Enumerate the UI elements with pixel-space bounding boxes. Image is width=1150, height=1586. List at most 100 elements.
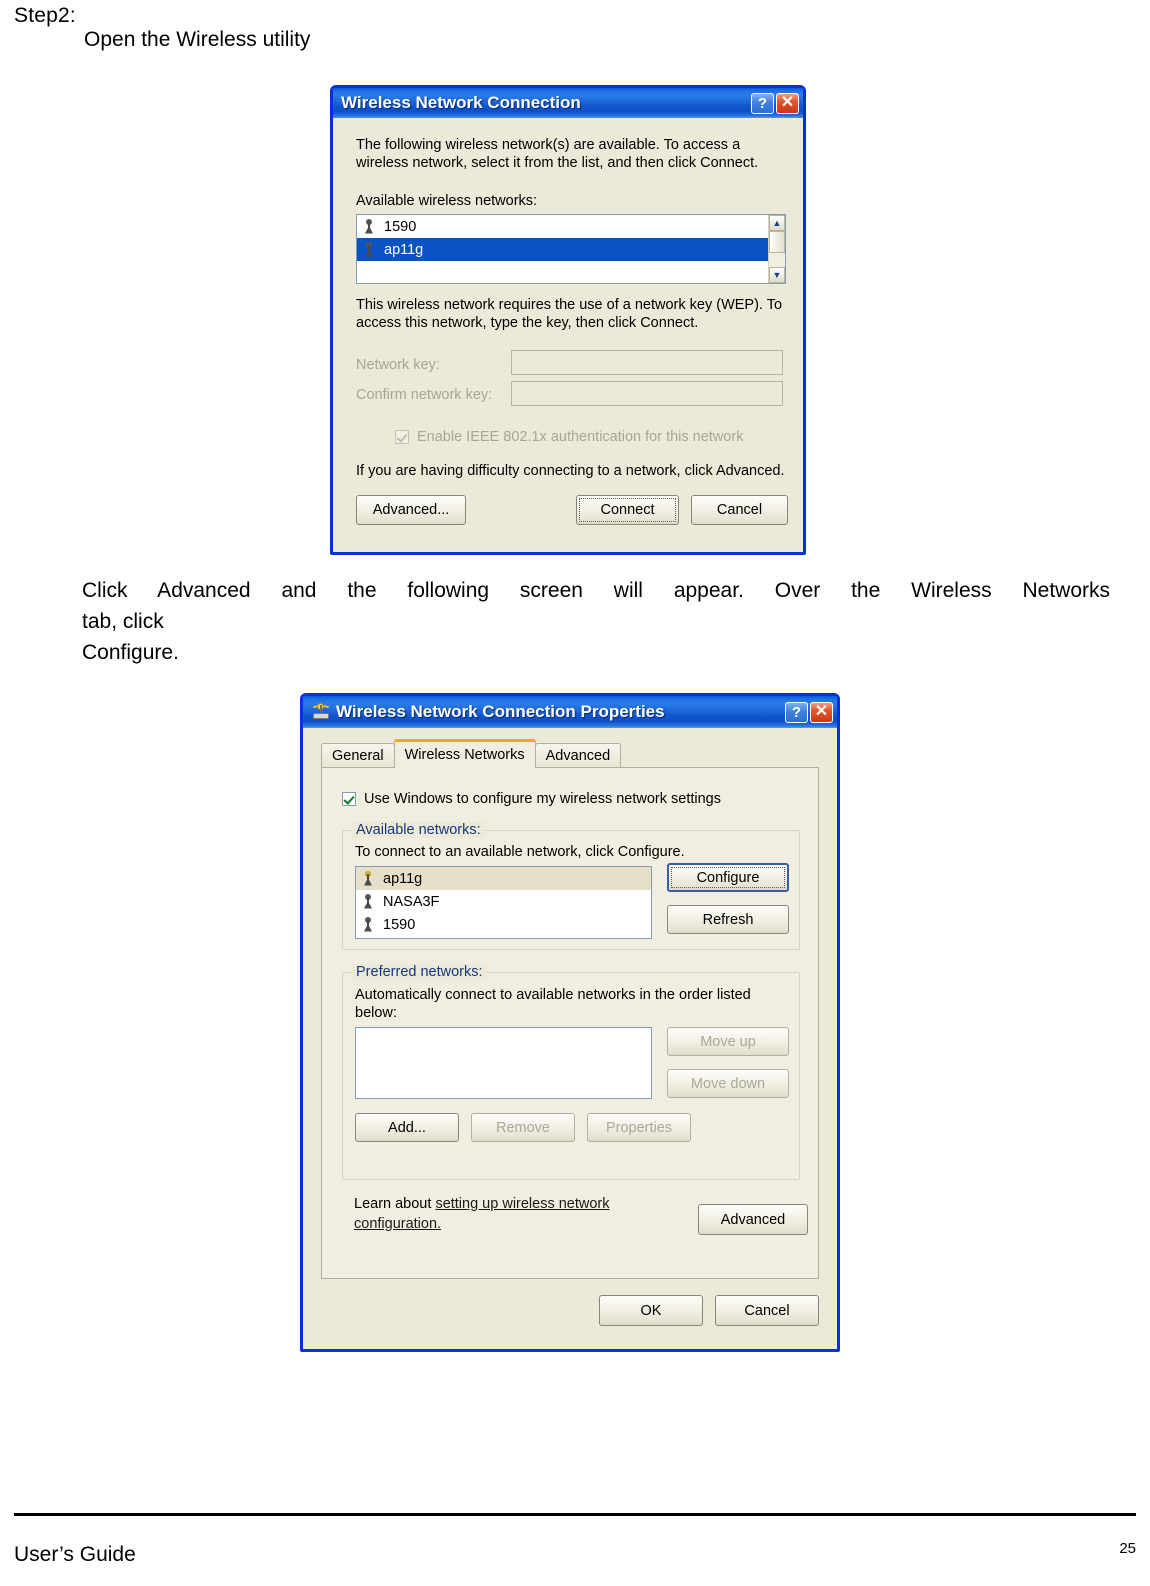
paragraph-line-1: Click Advanced and the following screen … — [82, 579, 1110, 602]
properties-button[interactable]: Properties — [587, 1113, 691, 1142]
antenna-icon — [362, 916, 374, 933]
remove-button[interactable]: Remove — [471, 1113, 575, 1142]
scroll-down-icon[interactable]: ▼ — [769, 267, 785, 283]
cancel-button-label: Cancel — [716, 502, 763, 518]
network-name: NASA3F — [383, 893, 440, 910]
page-number: 25 — [1119, 1540, 1136, 1557]
cancel-button[interactable]: Cancel — [715, 1295, 819, 1326]
remove-button-label: Remove — [496, 1119, 550, 1136]
available-networks-group-title: Available networks: — [352, 822, 485, 838]
preferred-networks-group: Preferred networks: Automatically connec… — [342, 964, 800, 1180]
connect-button[interactable]: Connect — [576, 495, 679, 525]
move-up-button-label: Move up — [700, 1033, 756, 1050]
list-item[interactable]: ap11g — [356, 867, 651, 890]
list-item[interactable]: 1590 — [356, 913, 651, 936]
step-label: Step2: — [14, 4, 76, 27]
tab-general[interactable]: General — [321, 743, 395, 768]
dialog1-titlebar: Wireless Network Connection ? ✕ — [333, 88, 803, 118]
learn-about-prefix: Learn about — [354, 1196, 436, 1212]
list-item[interactable]: 1590 — [357, 215, 770, 238]
dialog1-intro-line2: wireless network, select it from the lis… — [356, 155, 759, 171]
vertical-scrollbar[interactable]: ▲ ▼ — [768, 215, 785, 283]
antenna-icon — [363, 241, 375, 258]
available-networks-listbox[interactable]: 1590 ap11g ▲ ▼ — [356, 214, 786, 284]
step-instruction: Open the Wireless utility — [84, 28, 311, 51]
help-button[interactable]: ? — [751, 92, 774, 114]
tab-wireless-networks[interactable]: Wireless Networks — [393, 739, 536, 768]
paragraph-line-3: Configure. — [82, 641, 179, 664]
instruction-paragraph: Click Advanced and the following screen … — [82, 575, 1110, 668]
help-button[interactable]: ? — [785, 701, 808, 723]
use-windows-checkbox-row[interactable]: Use Windows to configure my wireless net… — [342, 790, 721, 808]
dialog1-title: Wireless Network Connection — [341, 93, 581, 112]
advanced-button-label: Advanced... — [372, 502, 450, 518]
scrollbar-thumb[interactable] — [769, 231, 785, 253]
cancel-button-label: Cancel — [744, 1302, 790, 1319]
available-networks-listbox[interactable]: ap11g NASA3F 1590 — [355, 866, 652, 939]
properties-button-label: Properties — [605, 1119, 673, 1136]
antenna-icon — [362, 893, 374, 910]
configure-button-label: Configure — [696, 869, 760, 886]
preferred-networks-hint-line2: below: — [355, 1005, 397, 1021]
dialog2-title: Wireless Network Connection Properties — [336, 702, 665, 721]
antenna-icon — [363, 218, 375, 235]
learn-about-link-line2[interactable]: configuration. — [354, 1216, 441, 1232]
antenna-active-icon — [362, 870, 374, 887]
footer-divider — [14, 1513, 1136, 1516]
wireless-networks-tabpanel: Use Windows to configure my wireless net… — [321, 767, 819, 1279]
wep-notice-line1: This wireless network requires the use o… — [356, 297, 783, 313]
tab-wireless-networks-label: Wireless Networks — [404, 747, 525, 763]
refresh-button[interactable]: Refresh — [667, 905, 789, 934]
wep-notice-line2: access this network, type the key, then … — [356, 315, 699, 331]
list-item[interactable]: NASA3F — [356, 890, 651, 913]
tab-general-label: General — [332, 748, 384, 764]
network-key-input[interactable] — [511, 350, 783, 375]
ieee-8021x-label: Enable IEEE 802.1x authentication for th… — [417, 429, 744, 445]
refresh-button-label: Refresh — [702, 911, 754, 928]
add-button[interactable]: Add... — [355, 1113, 459, 1142]
wireless-network-properties-dialog: Wireless Network Connection Properties ?… — [300, 693, 840, 1352]
network-name: ap11g — [383, 870, 423, 887]
network-name: 1590 — [383, 916, 416, 933]
use-windows-checkbox[interactable] — [342, 792, 356, 806]
advanced-button[interactable]: Advanced — [698, 1204, 808, 1235]
network-name: 1590 — [384, 218, 417, 235]
scrollbar-track[interactable] — [769, 253, 785, 267]
network-key-label: Network key: — [356, 357, 440, 373]
wireless-network-connection-dialog: Wireless Network Connection ? ✕ The foll… — [330, 85, 806, 555]
advanced-button[interactable]: Advanced... — [356, 495, 466, 525]
connect-button-label: Connect — [600, 502, 655, 518]
close-icon[interactable]: ✕ — [776, 92, 799, 114]
cancel-button[interactable]: Cancel — [691, 495, 788, 525]
ieee-8021x-checkbox-row[interactable]: Enable IEEE 802.1x authentication for th… — [395, 428, 743, 446]
ok-button-label: OK — [640, 1302, 662, 1319]
available-wireless-networks-label: Available wireless networks: — [356, 193, 538, 209]
tabstrip: General Wireless Networks Advanced — [321, 739, 622, 768]
tab-advanced-label: Advanced — [545, 748, 611, 764]
preferred-networks-group-title: Preferred networks: — [352, 964, 487, 980]
dialog2-titlebar: Wireless Network Connection Properties ?… — [303, 696, 837, 728]
use-windows-label: Use Windows to configure my wireless net… — [364, 791, 721, 807]
preferred-networks-listbox[interactable] — [355, 1027, 652, 1099]
learn-about-text: Learn about setting up wireless network … — [354, 1194, 644, 1234]
tab-advanced[interactable]: Advanced — [534, 743, 622, 768]
difficulty-note: If you are having difficulty connecting … — [356, 463, 785, 479]
paragraph-line-2: tab, click — [82, 610, 164, 633]
wireless-adapter-icon — [311, 703, 331, 721]
list-item[interactable]: ap11g — [357, 238, 770, 261]
add-button-label: Add... — [388, 1119, 426, 1136]
learn-about-link-line1[interactable]: setting up wireless network — [435, 1196, 609, 1212]
close-icon[interactable]: ✕ — [810, 701, 833, 723]
move-down-button-label: Move down — [690, 1075, 766, 1092]
move-down-button[interactable]: Move down — [667, 1069, 789, 1098]
available-networks-hint: To connect to an available network, clic… — [355, 844, 685, 860]
ieee-8021x-checkbox[interactable] — [395, 430, 409, 444]
move-up-button[interactable]: Move up — [667, 1027, 789, 1056]
confirm-network-key-input[interactable] — [511, 381, 783, 406]
configure-button[interactable]: Configure — [667, 863, 789, 892]
dialog1-intro-line1: The following wireless network(s) are av… — [356, 137, 741, 153]
ok-button[interactable]: OK — [599, 1295, 703, 1326]
scroll-up-icon[interactable]: ▲ — [769, 215, 785, 231]
network-name: ap11g — [384, 241, 424, 258]
advanced-button-label: Advanced — [720, 1211, 786, 1228]
